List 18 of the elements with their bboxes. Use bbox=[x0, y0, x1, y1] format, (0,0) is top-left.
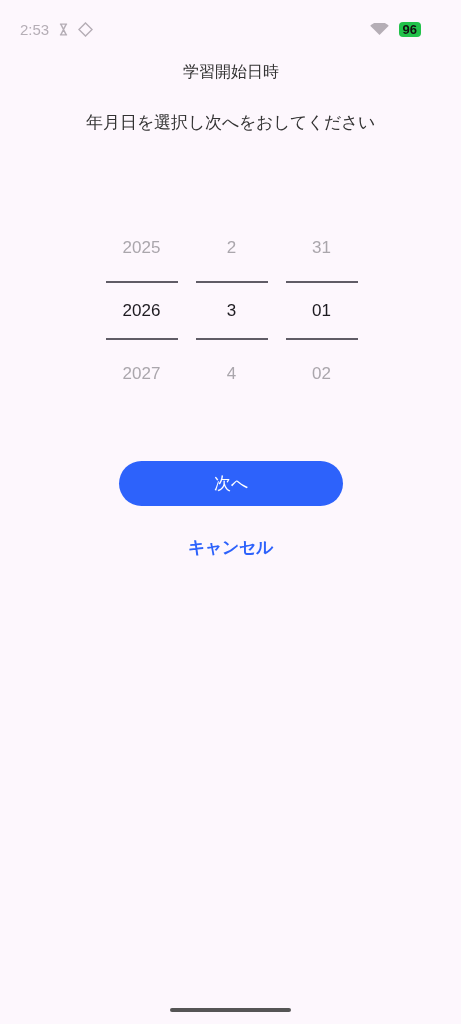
picker-value[interactable]: 2025 bbox=[105, 214, 178, 281]
picker-value[interactable]: 2 bbox=[195, 214, 268, 281]
status-time: 2:53 bbox=[20, 20, 50, 38]
picker-value[interactable]: 3 bbox=[195, 281, 268, 340]
picker-value[interactable]: 4 bbox=[195, 340, 268, 407]
hourglass-icon bbox=[59, 22, 69, 36]
instruction-text: 年月日を選択し次へをおしてください bbox=[86, 111, 375, 134]
diamond-icon bbox=[78, 21, 94, 37]
screen-title: 学習開始日時 bbox=[182, 62, 279, 83]
picker-value[interactable]: 02 bbox=[285, 340, 358, 407]
picker-value[interactable]: 31 bbox=[285, 214, 358, 281]
battery-level: 96 bbox=[398, 21, 421, 37]
next-button[interactable]: 次へ bbox=[118, 461, 343, 506]
wifi-icon bbox=[369, 22, 389, 36]
picker-value[interactable]: 2026 bbox=[105, 281, 178, 340]
cancel-link[interactable]: キャンセル bbox=[188, 536, 273, 559]
picker-value[interactable]: 01 bbox=[285, 281, 358, 340]
picker-value[interactable]: 2027 bbox=[105, 340, 178, 407]
